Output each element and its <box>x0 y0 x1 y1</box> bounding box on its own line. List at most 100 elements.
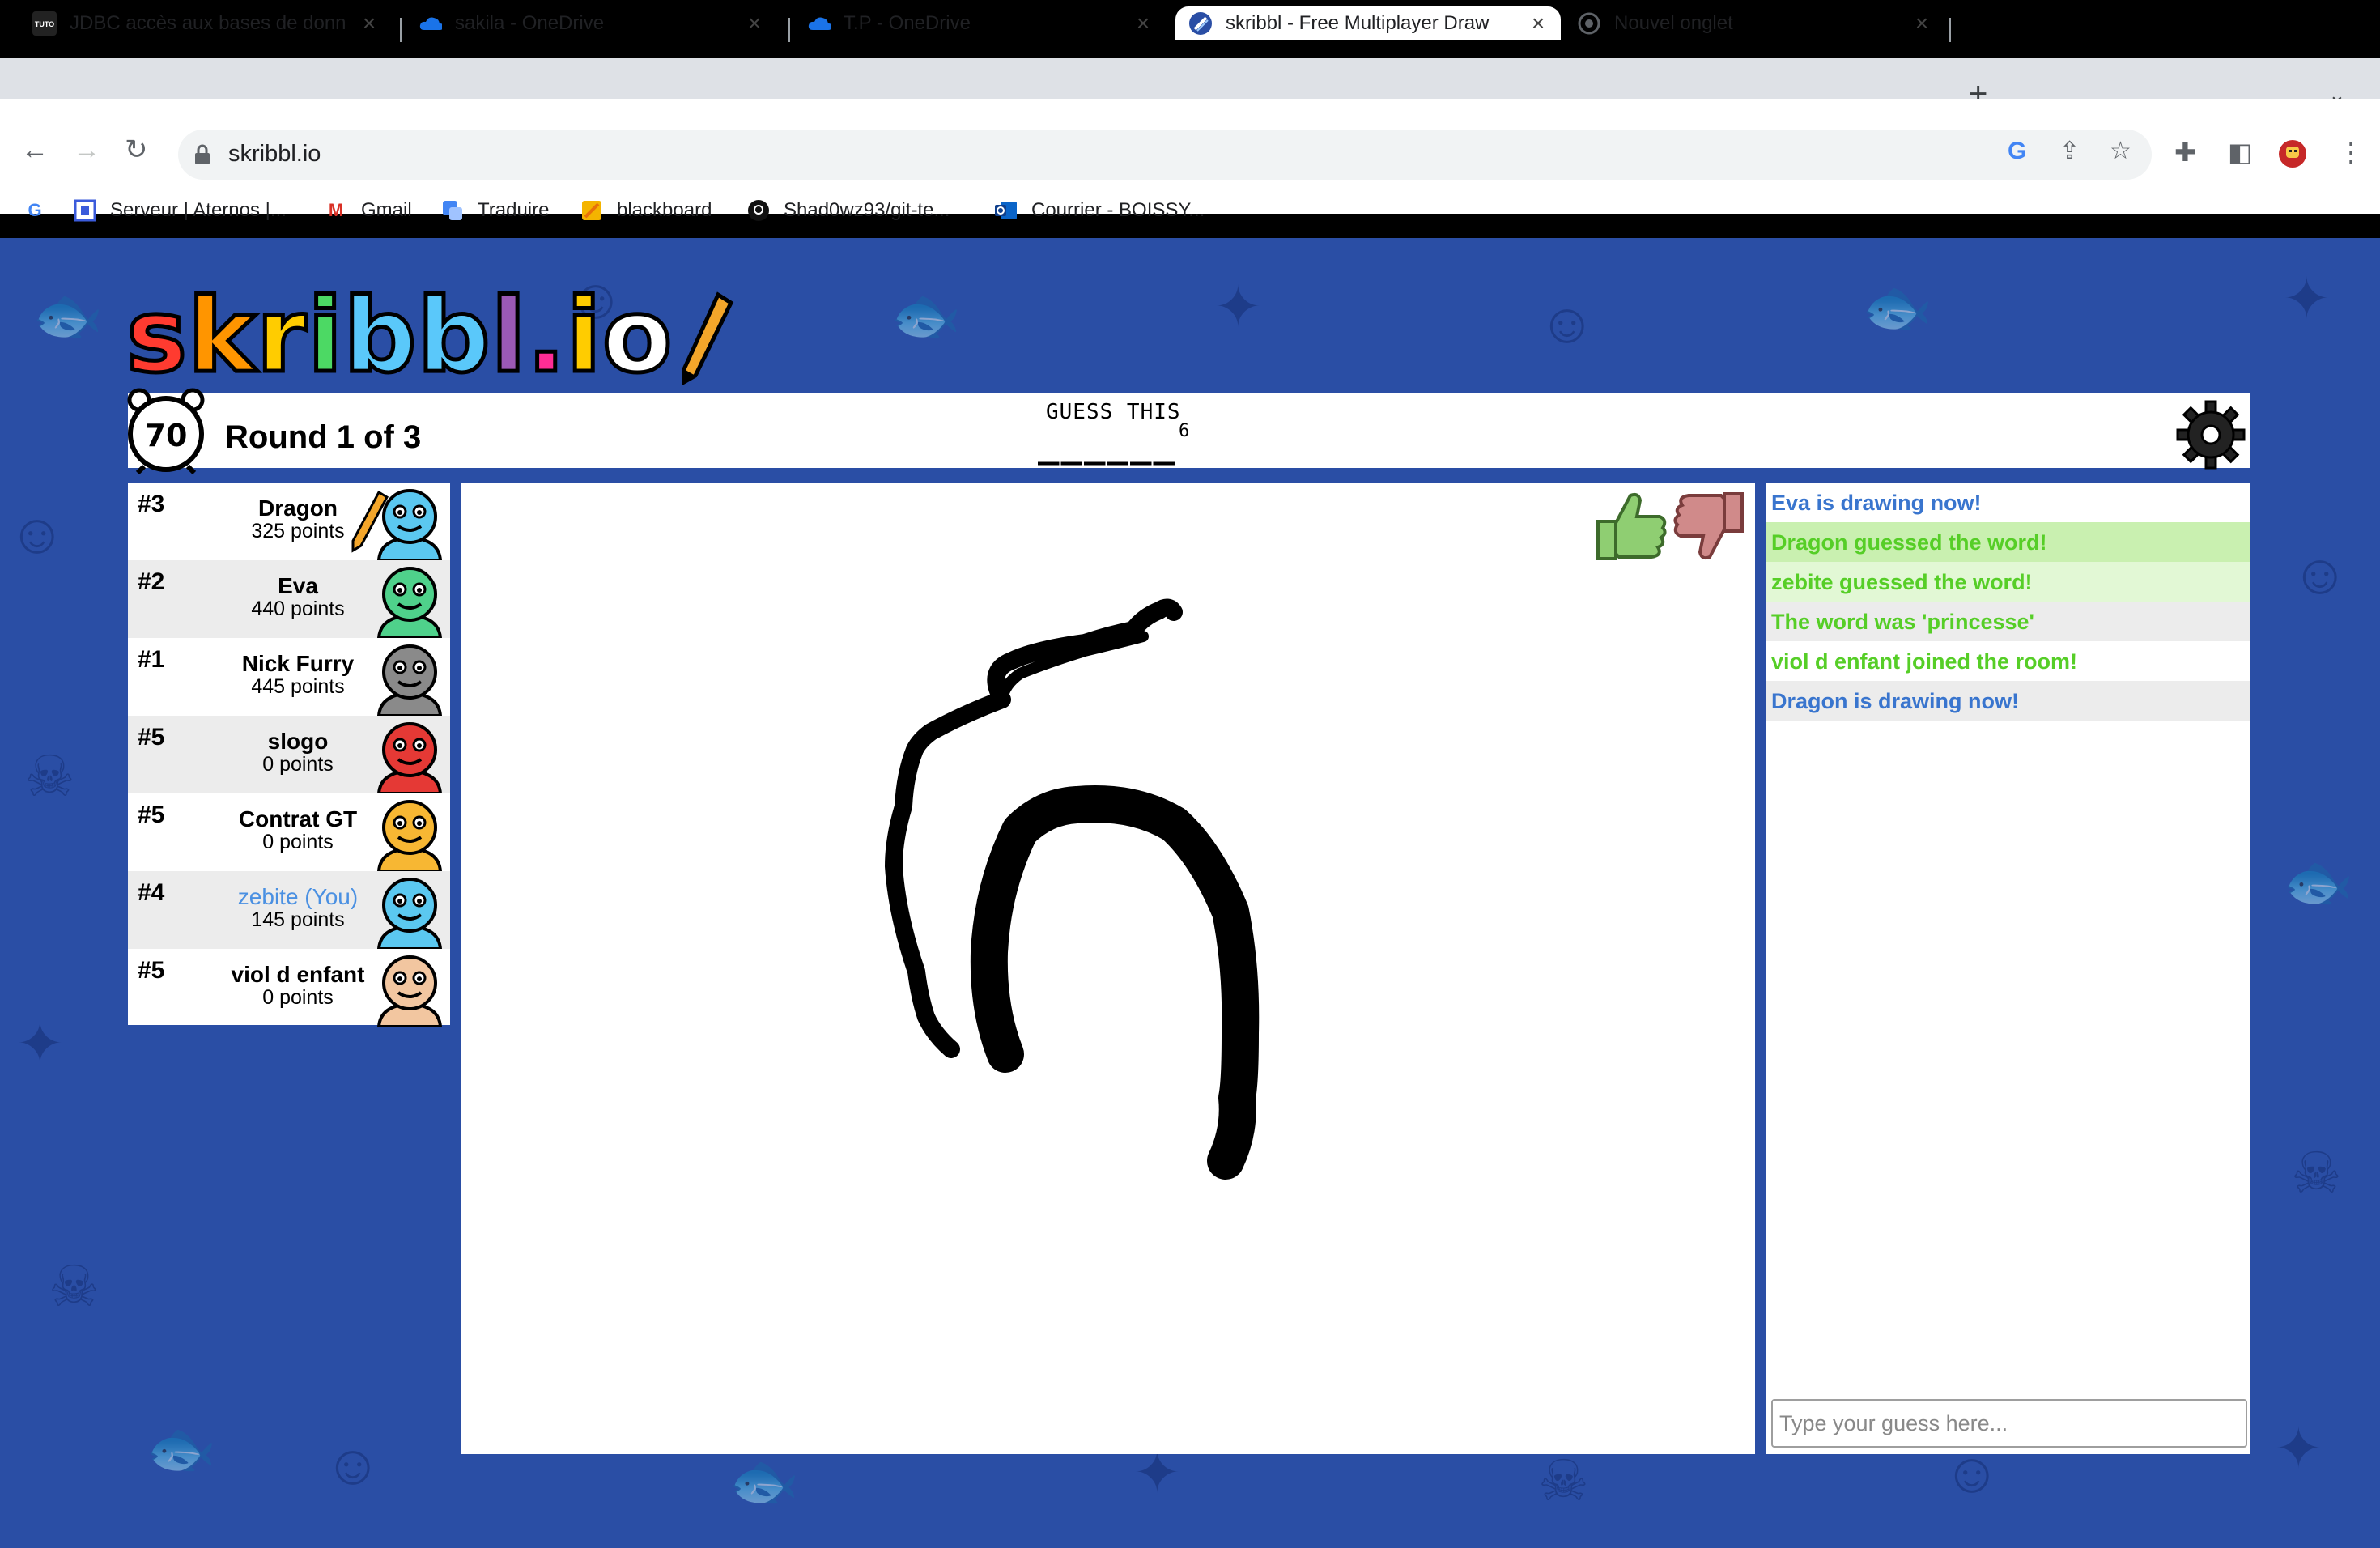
doodle-smiley-icon: ☺ <box>8 502 66 565</box>
player-row[interactable]: #4 zebite (You) 145 points <box>128 871 450 949</box>
bookmark-label: blackboard <box>617 199 712 221</box>
close-icon[interactable]: × <box>359 11 379 36</box>
player-avatar <box>376 489 443 560</box>
player-avatar <box>376 878 443 949</box>
tab-title: Nouvel onglet <box>1614 12 1733 34</box>
tab-sakila[interactable]: sakila - OneDrive × <box>405 6 777 40</box>
address-bar[interactable] <box>178 130 2152 180</box>
chat-message: Dragon is drawing now! <box>1766 681 2250 721</box>
bookmark-label: Shad0wz93/git-te... <box>784 199 950 221</box>
tab-separator <box>400 18 402 42</box>
player-avatar <box>376 567 443 638</box>
doodle-skull-icon: ☠ <box>1538 1449 1589 1512</box>
thumbs-down-icon[interactable] <box>1672 489 1745 565</box>
bookmark-gmail[interactable]: M Gmail <box>324 198 412 223</box>
player-row[interactable]: #5 viol d enfant 0 points <box>128 949 450 1027</box>
player-rank: #2 <box>138 568 165 595</box>
side-panel-icon[interactable]: ◧ <box>2228 139 2252 165</box>
tab-title: sakila - OneDrive <box>455 12 605 34</box>
player-rank: #3 <box>138 491 165 517</box>
url-text[interactable]: skribbl.io <box>228 141 321 168</box>
guess-this-label: GUESS THIS <box>1046 400 1181 424</box>
google-lens-icon[interactable]: G <box>2008 139 2026 164</box>
close-icon[interactable]: × <box>1912 11 1932 36</box>
player-rank: #5 <box>138 957 165 984</box>
doodle-skull-icon: ☠ <box>2291 1142 2342 1205</box>
doodle-fish-icon: 🐟 <box>2283 850 2354 913</box>
player-row[interactable]: #3 Dragon 325 points <box>128 483 450 560</box>
player-rank: #4 <box>138 879 165 906</box>
chat-panel: Eva is drawing now! Dragon guessed the wo… <box>1766 483 2250 1454</box>
guess-input[interactable] <box>1771 1399 2247 1448</box>
player-list: #3 Dragon 325 points #2 Eva 440 points #1 Nick … <box>128 483 450 1027</box>
bookmark-label: Traduire <box>478 199 550 221</box>
github-icon <box>746 198 771 223</box>
profile-avatar[interactable] <box>2278 139 2307 172</box>
settings-gear-icon[interactable] <box>2176 400 2246 470</box>
translate-icon <box>440 198 465 223</box>
reload-icon[interactable]: ↻ <box>125 136 148 164</box>
share-icon[interactable]: ⇪ <box>2059 139 2080 164</box>
bookmark-courrier[interactable]: Courrier - BOISSY... <box>994 198 1205 223</box>
chat-message: Eva is drawing now! <box>1766 483 2250 522</box>
thumbs-up-icon[interactable] <box>1595 487 1668 563</box>
doodle-star-icon: ✦ <box>2283 267 2331 330</box>
doodle-fish-icon: 🐟 <box>32 283 104 347</box>
aternos-icon <box>73 198 97 223</box>
player-rank: #1 <box>138 646 165 673</box>
skribbl-favicon <box>1188 11 1213 36</box>
doodle-fish-icon: 🐟 <box>890 283 962 347</box>
close-icon[interactable]: × <box>1528 11 1548 36</box>
chat-message: zebite guessed the word! <box>1766 562 2250 602</box>
chat-message: Dragon guessed the word! <box>1766 522 2250 562</box>
chrome-icon <box>1577 11 1601 36</box>
round-indicator: Round 1 of 3 <box>225 419 422 455</box>
skribbl-logo: skribbl.io <box>125 282 734 389</box>
tab-tp-onedrive[interactable]: T.P - OneDrive × <box>793 6 1166 40</box>
tab-title: T.P - OneDrive <box>844 12 971 34</box>
player-row[interactable]: #5 Contrat GT 0 points <box>128 793 450 871</box>
bookmark-star-icon[interactable]: ☆ <box>2110 139 2131 164</box>
word-hint-blanks: ______ <box>1038 424 1176 466</box>
doodle-skull-icon: ☠ <box>24 745 75 808</box>
pencil-logo-icon <box>682 291 734 386</box>
outlook-icon <box>994 198 1018 223</box>
tab-skribbl[interactable]: skribbl - Free Multiplayer Draw × <box>1175 6 1561 40</box>
back-arrow-icon[interactable]: ← <box>21 136 49 164</box>
blackboard-icon <box>580 198 604 223</box>
doodle-smiley-icon: ☺ <box>2291 542 2349 606</box>
tab-separator <box>1949 18 1951 42</box>
close-icon[interactable]: × <box>745 11 764 36</box>
bookmark-aternos[interactable]: Serveur | Aternos |... <box>73 198 287 223</box>
tab-jdbc[interactable]: TUTO JDBC accès aux bases de donn × <box>19 6 392 40</box>
tuto-favicon: TUTO <box>32 11 57 36</box>
bookmark-label: Gmail <box>361 199 412 221</box>
bookmark-google[interactable]: G <box>23 198 60 223</box>
player-avatar <box>376 955 443 1027</box>
player-avatar <box>376 800 443 871</box>
bookmark-label: Serveur | Aternos |... <box>110 199 287 221</box>
extensions-puzzle-icon[interactable]: ✚ <box>2174 139 2196 165</box>
close-icon[interactable]: × <box>1133 11 1153 36</box>
doodle-smiley-icon: ☺ <box>324 1433 382 1496</box>
player-row[interactable]: #1 Nick Furry 445 points <box>128 638 450 716</box>
onedrive-cloud-icon <box>418 11 442 36</box>
drawing-canvas[interactable] <box>461 483 1755 1454</box>
bookmark-traduire[interactable]: Traduire <box>440 198 549 223</box>
svg-text:TUTO: TUTO <box>35 20 54 28</box>
bookmark-blackboard[interactable]: blackboard <box>580 198 712 223</box>
chat-message: The word was 'princesse' <box>1766 602 2250 641</box>
tab-nouvel-onglet[interactable]: Nouvel onglet × <box>1564 6 1944 40</box>
doodle-star-icon: ✦ <box>1214 275 1262 338</box>
forward-arrow-icon[interactable]: → <box>73 136 100 164</box>
bookmark-github[interactable]: Shad0wz93/git-te... <box>746 198 950 223</box>
chat-message: viol d enfant joined the room! <box>1766 641 2250 681</box>
gmail-icon: M <box>328 200 344 220</box>
kebab-menu-icon[interactable]: ⋮ <box>2338 139 2364 165</box>
player-row[interactable]: #5 slogo 0 points <box>128 716 450 793</box>
doodle-smiley-icon: ☺ <box>1538 291 1596 355</box>
tab-title: JDBC accès aux bases de donn <box>70 12 346 34</box>
word-length: 6 <box>1179 421 1190 441</box>
player-row[interactable]: #2 Eva 440 points <box>128 560 450 638</box>
round-timer: 70 <box>144 418 188 453</box>
